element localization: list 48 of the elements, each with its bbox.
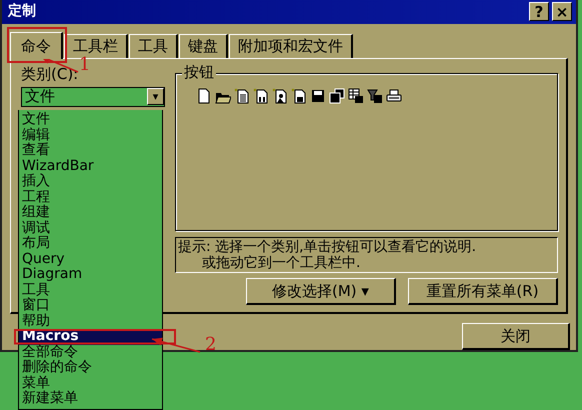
document-lines-icon[interactable] (234, 88, 250, 104)
list-item[interactable]: 调试 (19, 220, 162, 236)
list-item[interactable]: Diagram (19, 267, 162, 282)
list-item[interactable]: 新建菜单 (19, 391, 162, 406)
list-item[interactable]: 组建 (19, 205, 162, 220)
list-item[interactable]: 文件 (19, 112, 162, 128)
highlight-frame (7, 27, 67, 63)
annotation-number: 2 (205, 336, 216, 354)
list-item[interactable]: Query (19, 252, 162, 267)
dropdown-arrow-button[interactable]: ▾ (147, 88, 164, 106)
document-figure-icon[interactable] (272, 88, 288, 104)
category-label: 类别(C): (21, 64, 80, 83)
group-title: 按钮 (182, 62, 216, 81)
list-item[interactable]: 工具 (19, 282, 162, 298)
tab[interactable]: 工具 (129, 34, 178, 58)
tab[interactable]: 附加项和宏文件 (229, 34, 353, 58)
document-icon[interactable] (196, 88, 212, 104)
printer-icon[interactable] (386, 88, 402, 104)
close-dialog-button[interactable]: 关闭 (462, 323, 570, 350)
action-button[interactable]: 修改选择(M) ▾ (246, 278, 396, 305)
category-dropdown[interactable]: 文件 ▾ (21, 86, 165, 107)
list-item[interactable]: 插入 (19, 174, 162, 190)
arrow (152, 338, 200, 353)
list-item[interactable]: 查看 (19, 143, 162, 158)
tab[interactable]: 键盘 (179, 34, 228, 58)
help-button[interactable]: ? (529, 2, 549, 22)
list-item[interactable]: WizardBar (19, 158, 162, 174)
tab[interactable]: 命令 (10, 32, 63, 59)
list-item[interactable]: 编辑 (19, 128, 162, 143)
hint-text: 或拖动它到一个工具栏中. (201, 254, 362, 271)
hint-text: 提示: 选择一个类别,单击按钮可以查看它的说明. (178, 238, 478, 255)
list-item[interactable]: 窗口 (19, 298, 162, 314)
list-item[interactable]: 布局 (19, 236, 162, 252)
tab[interactable]: 工具栏 (64, 34, 128, 58)
window-stack-icon[interactable] (329, 88, 345, 104)
action-button[interactable]: 重置所有菜单(R) (408, 278, 558, 305)
list-item[interactable]: 工程 (19, 190, 162, 205)
window-title: 定制 (8, 2, 36, 22)
list-item[interactable]: 帮助 (19, 314, 162, 329)
list-item[interactable]: 菜单 (19, 376, 162, 391)
document-digits-icon[interactable] (253, 88, 269, 104)
annotation-number: 1 (79, 56, 90, 74)
table-window-icon[interactable] (348, 88, 364, 104)
funnel-window-icon[interactable] (367, 88, 383, 104)
list-item[interactable]: 删除的命令 (19, 360, 162, 376)
list-item[interactable]: 全部命令 (19, 344, 162, 360)
close-button[interactable]: × (552, 2, 572, 22)
document-lock-icon[interactable] (291, 88, 307, 104)
